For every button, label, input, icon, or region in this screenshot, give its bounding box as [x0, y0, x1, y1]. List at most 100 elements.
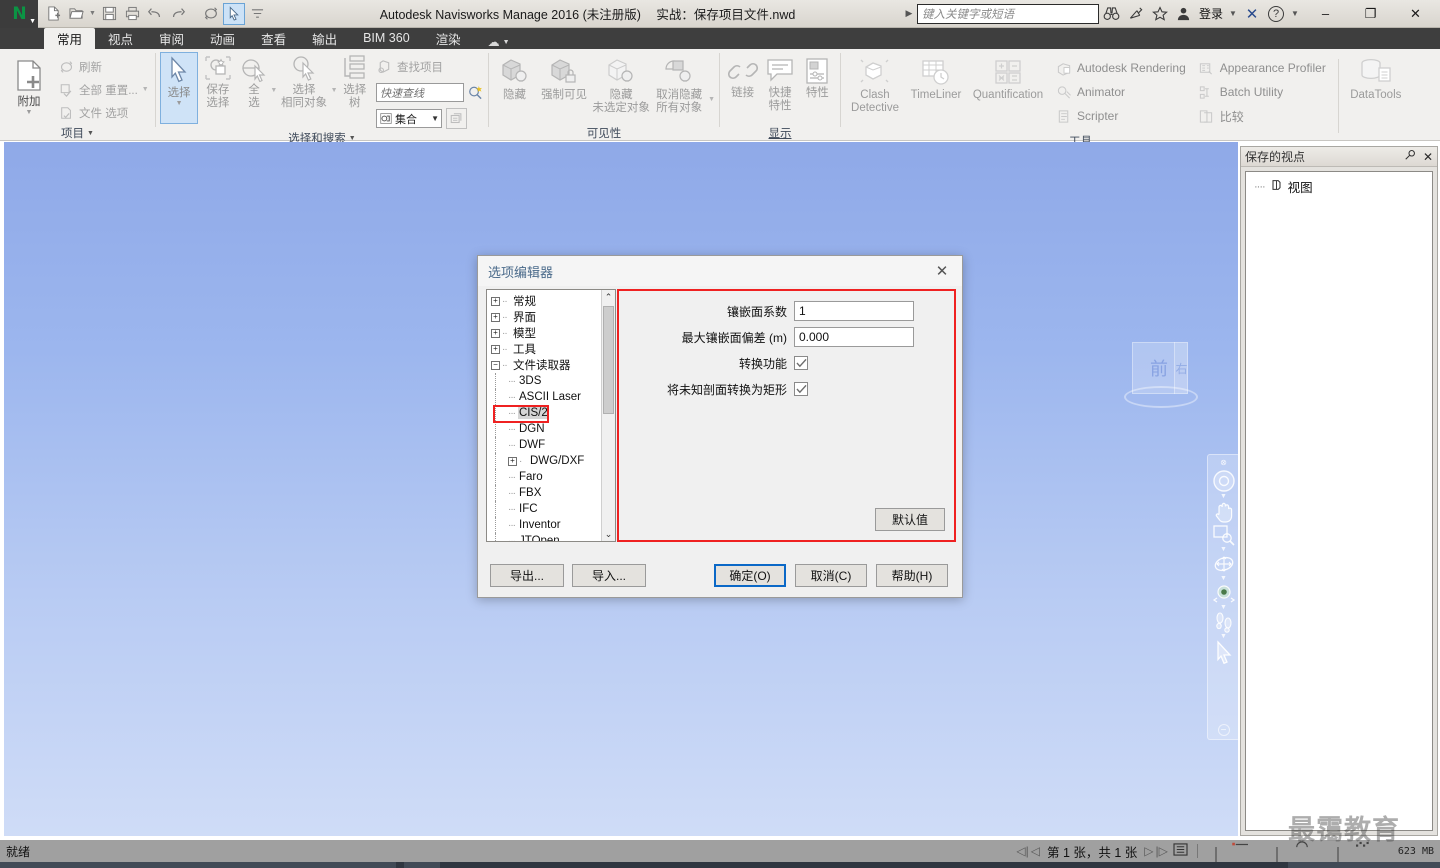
tree-item-dwf[interactable]: ··· DWF: [491, 437, 601, 453]
scroll-up-icon[interactable]: ⌃: [602, 290, 615, 304]
help-caret-icon[interactable]: ▼: [1289, 9, 1301, 18]
scripter-button[interactable]: Scripter: [1055, 104, 1186, 128]
export-button[interactable]: 导出...: [490, 563, 564, 587]
navbar-close-icon[interactable]: ⊗: [1220, 458, 1227, 467]
sign-in-caret-icon[interactable]: ▼: [1227, 9, 1239, 18]
quick-properties-button[interactable]: 快捷 特性: [761, 55, 798, 113]
walk-caret-icon[interactable]: ▼: [1220, 633, 1227, 640]
viewpoint-item[interactable]: ···· 视图: [1246, 172, 1432, 196]
tree-item-dwg-dxf[interactable]: + · DWG/DXF: [491, 453, 601, 469]
appearance-profiler-button[interactable]: Appearance Profiler: [1198, 56, 1326, 80]
user-account-icon[interactable]: [1173, 3, 1195, 25]
refresh-icon[interactable]: [200, 3, 222, 25]
chevron-down-icon[interactable]: ▼: [431, 114, 439, 123]
hide-button[interactable]: 隐藏: [493, 55, 536, 102]
tab-chakan[interactable]: 查看: [248, 28, 299, 49]
steering-wheel-icon[interactable]: [1210, 469, 1238, 493]
open-icon[interactable]: [65, 3, 87, 25]
tree-item-dgn[interactable]: ··· DGN: [491, 421, 601, 437]
tree-item-model[interactable]: + ·· 模型: [491, 325, 601, 341]
tab-cloud-icon[interactable]: ☁ ▼: [474, 35, 510, 49]
print-icon[interactable]: [121, 3, 143, 25]
tree-item-interface[interactable]: + ·· 界面: [491, 309, 601, 325]
next-sheet-button[interactable]: ▷: [1144, 844, 1153, 858]
search-input[interactable]: 键入关键字或短语: [916, 3, 1099, 24]
scrollbar-thumb[interactable]: [603, 306, 614, 414]
compare-button[interactable]: 比较: [1198, 104, 1326, 128]
first-sheet-button[interactable]: ◁|: [1016, 844, 1028, 858]
expander-plus-icon[interactable]: +: [491, 344, 500, 354]
file-options-button[interactable]: 文件 选项: [58, 101, 149, 124]
sets-combo[interactable]: 集合 ▼: [375, 109, 442, 128]
unhide-all-button[interactable]: 取消隐藏 所有对象: [650, 55, 708, 115]
minimize-button[interactable]: –: [1303, 0, 1348, 27]
close-button[interactable]: ✕: [1393, 0, 1438, 27]
hide-unselected-button[interactable]: 隐藏 未选定对象: [592, 55, 650, 115]
select-same-caret-icon[interactable]: ▼: [331, 87, 338, 112]
look-around-icon[interactable]: [1210, 582, 1238, 604]
view-cube-compass-ring[interactable]: [1124, 386, 1198, 408]
expander-plus-icon[interactable]: +: [491, 328, 500, 338]
select-all-button[interactable]: 全选: [238, 52, 271, 130]
redo-icon[interactable]: [167, 3, 189, 25]
reset-all-caret-icon[interactable]: ▼: [142, 86, 149, 93]
ribbon-group-project-title[interactable]: 项目 ▼: [0, 125, 155, 141]
expander-minus-icon[interactable]: −: [491, 360, 500, 370]
quantification-button[interactable]: Quantification: [967, 55, 1049, 102]
save-selection-button[interactable]: 保存 选择: [198, 52, 238, 130]
batch-utility-button[interactable]: Batch Utility: [1198, 80, 1326, 104]
select-icon[interactable]: [223, 2, 245, 25]
tree-item-tools[interactable]: + ·· 工具: [491, 341, 601, 357]
sets-manage-button[interactable]: [445, 108, 467, 129]
refresh-button[interactable]: 刷新: [58, 55, 149, 78]
dialog-close-button[interactable]: ✕: [928, 260, 956, 282]
look-caret-icon[interactable]: ▼: [1220, 604, 1227, 611]
previous-sheet-button[interactable]: ◁: [1031, 844, 1040, 858]
attach-button[interactable]: 附加 ▼: [4, 56, 54, 116]
tree-item-file-readers[interactable]: − ·· 文件读取器: [491, 357, 601, 373]
steering-wheel-caret-icon[interactable]: ▼: [1220, 493, 1227, 500]
expander-plus-icon[interactable]: +: [491, 296, 500, 306]
help-button[interactable]: 帮助(H): [876, 563, 948, 587]
defaults-button[interactable]: 默认值: [875, 508, 945, 531]
undo-icon[interactable]: [144, 3, 166, 25]
links-button[interactable]: 链接: [724, 55, 761, 100]
save-icon[interactable]: [98, 3, 120, 25]
zoom-window-icon[interactable]: [1210, 524, 1238, 546]
navbar-collapse-icon[interactable]: −: [1217, 724, 1230, 736]
sign-in-button[interactable]: 登录: [1197, 5, 1225, 22]
infocenter-expand-icon[interactable]: ▶: [903, 8, 915, 19]
select-same-button[interactable]: 选择 相同对象: [277, 52, 330, 130]
communication-center-icon[interactable]: [1125, 3, 1147, 25]
tree-item-inventor[interactable]: ··· Inventor: [491, 517, 601, 533]
tree-item-general[interactable]: + ·· 常规: [491, 293, 601, 309]
cancel-button[interactable]: 取消(C): [795, 563, 867, 587]
zoom-caret-icon[interactable]: ▼: [1220, 546, 1227, 553]
search-binoculars-icon[interactable]: [1101, 3, 1123, 25]
chevron-down-icon[interactable]: ▼: [349, 135, 356, 142]
autodesk-rendering-button[interactable]: Autodesk Rendering: [1055, 56, 1186, 80]
tab-shenyue[interactable]: 审阅: [146, 28, 197, 49]
tree-item-ascii-laser[interactable]: ··· ASCII Laser: [491, 389, 601, 405]
sheet-browser-icon[interactable]: [1170, 843, 1188, 859]
facet-factor-input[interactable]: 1: [794, 301, 914, 321]
force-visible-button[interactable]: 强制可见: [536, 55, 592, 102]
tab-shidian[interactable]: 视点: [95, 28, 146, 49]
saved-viewpoints-list[interactable]: ···· 视图: [1245, 171, 1433, 831]
select-button[interactable]: 选择 ▼: [160, 52, 199, 124]
find-items-button[interactable]: 查找项目: [376, 55, 484, 78]
tab-xuanran[interactable]: 渲染: [423, 28, 474, 49]
last-sheet-button[interactable]: |▷: [1156, 844, 1168, 858]
maximize-button[interactable]: ❐: [1348, 0, 1393, 27]
expander-plus-icon[interactable]: +: [491, 312, 500, 322]
import-button[interactable]: 导入...: [572, 563, 646, 587]
attach-caret-icon[interactable]: ▼: [26, 109, 33, 116]
tab-shuchu[interactable]: 输出: [299, 28, 350, 49]
reset-all-button[interactable]: 全部 重置... ▼: [58, 78, 149, 101]
open-dropdown-caret[interactable]: ▼: [88, 10, 97, 17]
tree-item-faro[interactable]: ··· Faro: [491, 469, 601, 485]
walk-icon[interactable]: [1210, 611, 1238, 633]
chevron-down-icon[interactable]: ▼: [87, 130, 94, 137]
expander-plus-icon[interactable]: +: [508, 456, 517, 466]
options-tree[interactable]: + ·· 常规 + ·· 界面 + ·· 模型 + ·· 工具 − ·· 文件读取器: [486, 289, 616, 542]
